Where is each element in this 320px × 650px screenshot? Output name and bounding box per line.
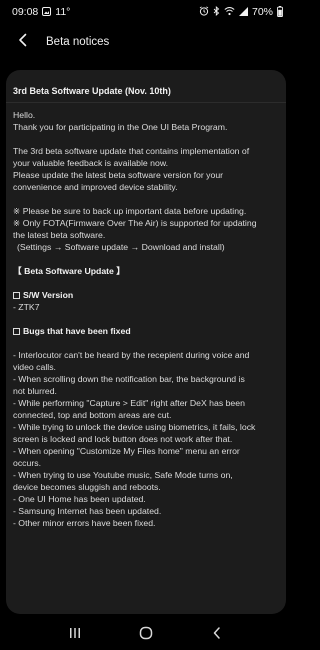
notice-title: 3rd Beta Software Update (Nov. 10th): [13, 86, 171, 96]
gallery-icon: [42, 6, 52, 18]
navigation-bar: [0, 620, 292, 650]
bug-line: connected, top and bottom areas are cut.: [13, 410, 172, 420]
status-right: 70%: [199, 5, 283, 19]
divider: [6, 102, 286, 103]
back-button[interactable]: [12, 31, 34, 53]
section-title: 【 Beta Software Update 】: [13, 266, 125, 276]
greeting: Hello.: [13, 110, 36, 120]
bug-line: - One UI Home has been updated.: [13, 494, 146, 504]
recent-apps-button[interactable]: [61, 624, 89, 646]
checkbox-icon: [13, 292, 20, 299]
bug-line: device becomes sluggish and reboots.: [13, 482, 161, 492]
battery-icon: [277, 5, 283, 19]
warning-line: ※ Please be sure to back up important da…: [13, 206, 247, 216]
intro-line: The 3rd beta software update that contai…: [13, 146, 250, 156]
status-left: 09:08 11°: [12, 6, 70, 18]
bug-line: - Interlocutor can't be heard by the rec…: [13, 350, 250, 360]
warning-line: (Settings → Software update → Download a…: [17, 242, 225, 252]
bug-line: video calls.: [13, 362, 56, 372]
status-time: 09:08: [12, 6, 39, 18]
recent-apps-icon: [68, 626, 82, 644]
intro-line: convenience and improved device stabilit…: [13, 182, 178, 192]
nav-back-button[interactable]: [203, 624, 231, 646]
sw-version-heading: S/W Version: [13, 289, 278, 301]
bluetooth-icon: [213, 5, 220, 18]
notice-card[interactable]: 3rd Beta Software Update (Nov. 10th) Hel…: [6, 70, 286, 614]
home-icon: [139, 626, 153, 645]
bug-line: - While trying to unlock the device usin…: [13, 422, 256, 432]
status-temperature: 11°: [55, 6, 71, 18]
bug-line: screen is locked and lock button does no…: [13, 434, 233, 444]
bug-line: - While performing "Capture > Edit" righ…: [13, 398, 245, 408]
warning-line: the latest beta software.: [13, 230, 106, 240]
intro-line: your valuable feedback is available now.: [13, 158, 169, 168]
intro-line: Please update the latest beta software v…: [13, 170, 224, 180]
thanks-text: Thank you for participating in the One U…: [13, 122, 228, 132]
battery-percent: 70%: [251, 6, 273, 18]
bug-line: - When trying to use Youtube music, Safe…: [13, 470, 233, 480]
wifi-icon: [224, 6, 235, 18]
sw-version-heading-text: S/W Version: [23, 290, 74, 300]
app-bar: Beta notices: [0, 24, 292, 60]
warning-line: ※ Only FOTA(Firmware Over The Air) is su…: [13, 218, 257, 228]
home-button[interactable]: [132, 624, 160, 646]
chevron-left-icon: [18, 33, 28, 52]
alarm-icon: [199, 6, 209, 18]
signal-icon: [238, 6, 248, 18]
bugs-heading-text: Bugs that have been fixed: [23, 326, 131, 336]
bug-line: - When opening "Customize My Files home"…: [13, 446, 240, 456]
back-icon: [212, 626, 222, 645]
screen: 09:08 11° 70% Beta notices 3rd Beta Soft…: [0, 0, 292, 650]
bug-line: occurs.: [13, 458, 42, 468]
status-bar: 09:08 11° 70%: [0, 0, 292, 24]
sw-version-value: - ZTK7: [13, 302, 40, 312]
bugs-heading: Bugs that have been fixed: [13, 325, 278, 337]
checkbox-icon: [13, 328, 20, 335]
bug-line: - When scrolling down the notification b…: [13, 374, 245, 384]
bug-line: not blurred.: [13, 386, 57, 396]
bug-line: - Samsung Internet has been updated.: [13, 506, 162, 516]
bug-line: - Other minor errors have been fixed.: [13, 518, 156, 528]
page-title: Beta notices: [46, 36, 110, 48]
